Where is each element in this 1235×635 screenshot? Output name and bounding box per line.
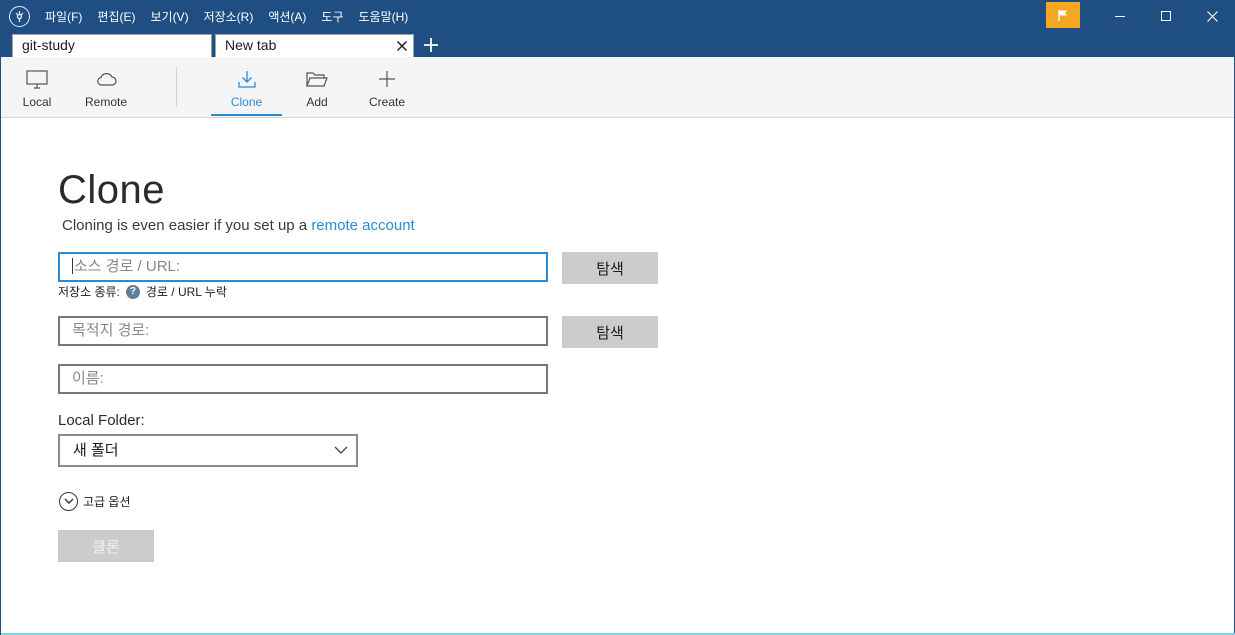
toolbar-clone-label: Clone [230, 95, 263, 109]
subtitle: Cloning is even easier if you set up a r… [62, 217, 415, 234]
menu-tools[interactable]: 도구 [321, 8, 343, 25]
page-title: Clone [58, 168, 166, 212]
cloud-icon [95, 69, 117, 89]
name-input[interactable]: 이름: [58, 364, 548, 394]
tab-label: New tab [225, 37, 277, 53]
menu-bar: 파일(F) 편집(E) 보기(V) 저장소(R) 액션(A) 도구 도움말(H) [45, 1, 423, 32]
chevron-down-circle-icon [59, 492, 78, 511]
destination-path-placeholder: 목적지 경로: [72, 322, 150, 339]
tab-label: git-study [22, 37, 75, 53]
toolbar-divider [176, 67, 177, 107]
app-window: 파일(F) 편집(E) 보기(V) 저장소(R) 액션(A) 도구 도움말(H)… [0, 0, 1235, 635]
local-folder-select[interactable]: 새 폴더 [58, 434, 358, 467]
toolbar-remote[interactable]: Remote [81, 57, 131, 117]
monitor-icon [26, 69, 48, 89]
flag-icon [1058, 9, 1067, 21]
menu-file[interactable]: 파일(F) [45, 8, 82, 25]
browse-destination-button[interactable]: 탐색 [562, 316, 658, 348]
maximize-button[interactable] [1143, 1, 1189, 32]
clone-panel: Clone Cloning is even easier if you set … [1, 118, 1234, 634]
active-tab-underline [211, 114, 282, 116]
menu-view[interactable]: 보기(V) [150, 8, 188, 25]
repo-type-value: 경로 / URL 누락 [145, 285, 227, 299]
maximize-icon [1160, 11, 1171, 21]
toolbar-local-label: Local [22, 95, 52, 109]
advanced-options-toggle[interactable]: 고급 옵션 [59, 492, 131, 511]
source-url-placeholder: 소스 경로 / URL: [74, 258, 181, 275]
toolbar-create[interactable]: Create [362, 57, 412, 117]
source-url-input[interactable]: 소스 경로 / URL: [58, 252, 548, 282]
menu-help[interactable]: 도움말(H) [359, 8, 409, 25]
destination-path-input[interactable]: 목적지 경로: [58, 316, 548, 346]
local-folder-value: 새 폴더 [73, 442, 119, 459]
question-icon: ? [125, 284, 140, 299]
local-folder-label: Local Folder: [58, 412, 145, 429]
toolbar-add-label: Add [306, 95, 328, 109]
toolbar-local[interactable]: Local [17, 57, 57, 117]
menu-edit[interactable]: 편집(E) [97, 8, 135, 25]
folder-open-icon [306, 69, 328, 89]
flag-button[interactable] [1046, 2, 1080, 28]
title-bar: 파일(F) 편집(E) 보기(V) 저장소(R) 액션(A) 도구 도움말(H) [1, 1, 1234, 32]
toolbar-clone[interactable]: Clone [221, 57, 272, 117]
chevron-down-icon [334, 446, 348, 454]
download-icon [236, 69, 258, 89]
tab-new-tab[interactable]: New tab [215, 34, 414, 57]
close-window-button[interactable] [1189, 1, 1235, 32]
toolbar-add[interactable]: Add [297, 57, 337, 117]
subtitle-text: Cloning is even easier if you set up a [62, 217, 312, 234]
minimize-button[interactable] [1097, 1, 1143, 32]
repo-type-row: 저장소 종류: ? 경로 / URL 누락 [58, 283, 227, 300]
plus-icon [376, 69, 398, 89]
repo-type-label: 저장소 종류: [58, 285, 120, 299]
toolbar: Local Remote Clone Add Create [1, 57, 1234, 118]
menu-actions[interactable]: 액션(A) [268, 8, 306, 25]
remote-account-link[interactable]: remote account [311, 217, 414, 234]
menu-repository[interactable]: 저장소(R) [204, 8, 254, 25]
close-icon [1206, 11, 1218, 22]
name-placeholder: 이름: [72, 370, 104, 387]
minimize-icon [1114, 16, 1125, 17]
close-tab-icon[interactable] [395, 39, 409, 53]
toolbar-remote-label: Remote [84, 95, 128, 109]
sourcetree-logo-icon[interactable] [9, 6, 30, 27]
add-tab-icon[interactable] [422, 36, 440, 54]
browse-source-button[interactable]: 탐색 [562, 252, 658, 284]
toolbar-create-label: Create [368, 95, 406, 109]
text-caret [72, 258, 73, 275]
advanced-options-label: 고급 옵션 [83, 495, 131, 509]
tab-strip: git-study New tab [1, 32, 1234, 57]
tab-git-study[interactable]: git-study [12, 34, 212, 57]
clone-button[interactable]: 클론 [58, 530, 154, 562]
